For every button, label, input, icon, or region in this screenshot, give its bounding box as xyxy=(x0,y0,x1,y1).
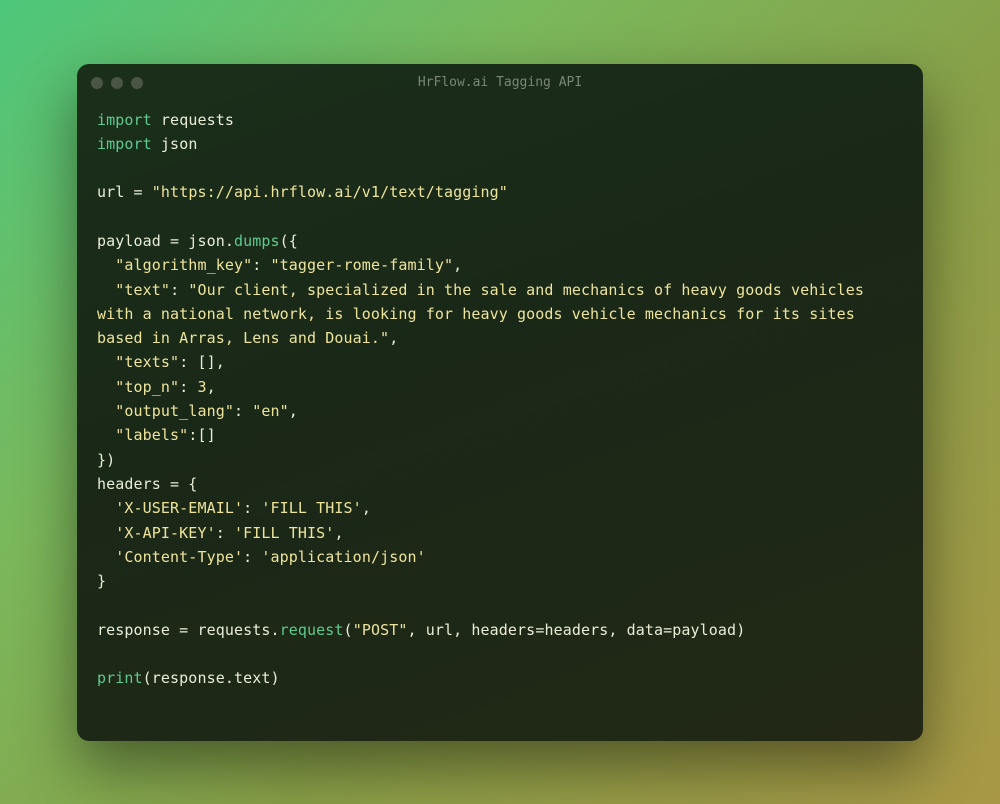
string-literal: 'X-API-KEY' xyxy=(115,524,215,542)
code-line: }) xyxy=(97,448,903,472)
indent xyxy=(97,281,115,299)
indent xyxy=(97,378,115,396)
number-literal: 3 xyxy=(197,378,206,396)
punctuation: : xyxy=(252,256,270,274)
code-line: } xyxy=(97,569,903,593)
code-line xyxy=(97,593,903,617)
punctuation: , xyxy=(362,499,371,517)
punctuation: : xyxy=(170,281,188,299)
identifier: requests xyxy=(152,111,234,129)
indent xyxy=(97,256,115,274)
punctuation: , xyxy=(289,402,298,420)
indent xyxy=(97,402,115,420)
code-line: response = requests.request("POST", url,… xyxy=(97,618,903,642)
code-line: payload = json.dumps({ xyxy=(97,229,903,253)
code-line: "labels":[] xyxy=(97,423,903,447)
punctuation: :[] xyxy=(188,426,215,444)
identifier: url = xyxy=(97,183,152,201)
punctuation: , xyxy=(207,378,216,396)
string-literal: "text" xyxy=(115,281,170,299)
code-line: "texts": [], xyxy=(97,350,903,374)
window-title: HrFlow.ai Tagging API xyxy=(418,75,582,90)
punctuation: ({ xyxy=(280,232,298,250)
string-literal: "Our client, specialized in the sale and… xyxy=(97,281,873,348)
maximize-icon[interactable] xyxy=(131,77,143,89)
punctuation: , xyxy=(389,329,398,347)
code-line: headers = { xyxy=(97,472,903,496)
keyword: import xyxy=(97,111,152,129)
punctuation: }) xyxy=(97,451,115,469)
punctuation: } xyxy=(97,572,106,590)
keyword: import xyxy=(97,135,152,153)
punctuation: ( xyxy=(344,621,353,639)
traffic-lights xyxy=(91,77,143,89)
identifier: response = requests. xyxy=(97,621,280,639)
string-literal: "en" xyxy=(252,402,289,420)
identifier: payload = json. xyxy=(97,232,234,250)
string-literal: 'X-USER-EMAIL' xyxy=(115,499,243,517)
code-line: import json xyxy=(97,132,903,156)
identifier: (response.text) xyxy=(143,669,280,687)
code-window: HrFlow.ai Tagging API import requests im… xyxy=(77,64,923,741)
identifier: headers = { xyxy=(97,475,197,493)
code-line: print(response.text) xyxy=(97,666,903,690)
code-line xyxy=(97,156,903,180)
identifier: , url, headers=headers, data=payload) xyxy=(407,621,745,639)
code-line xyxy=(97,642,903,666)
string-literal: 'FILL THIS' xyxy=(261,499,361,517)
punctuation: : xyxy=(179,378,197,396)
string-literal: 'Content-Type' xyxy=(115,548,243,566)
punctuation: , xyxy=(453,256,462,274)
close-icon[interactable] xyxy=(91,77,103,89)
punctuation: : [], xyxy=(179,353,225,371)
punctuation: : xyxy=(216,524,234,542)
minimize-icon[interactable] xyxy=(111,77,123,89)
code-line: 'X-API-KEY': 'FILL THIS', xyxy=(97,521,903,545)
punctuation: , xyxy=(334,524,343,542)
code-line: url = "https://api.hrflow.ai/v1/text/tag… xyxy=(97,180,903,204)
punctuation: : xyxy=(243,499,261,517)
code-line: "output_lang": "en", xyxy=(97,399,903,423)
string-literal: "tagger-rome-family" xyxy=(271,256,454,274)
code-line: import requests xyxy=(97,108,903,132)
indent xyxy=(97,353,115,371)
titlebar: HrFlow.ai Tagging API xyxy=(77,64,923,102)
string-literal: "POST" xyxy=(353,621,408,639)
string-literal: "https://api.hrflow.ai/v1/text/tagging" xyxy=(152,183,508,201)
function-call: print xyxy=(97,669,143,687)
code-line: "algorithm_key": "tagger-rome-family", xyxy=(97,253,903,277)
code-editor[interactable]: import requests import json url = "https… xyxy=(77,102,923,741)
function-call: dumps xyxy=(234,232,280,250)
code-line: 'X-USER-EMAIL': 'FILL THIS', xyxy=(97,496,903,520)
code-line: "top_n": 3, xyxy=(97,375,903,399)
code-line xyxy=(97,205,903,229)
string-literal: "output_lang" xyxy=(115,402,234,420)
punctuation: : xyxy=(234,402,252,420)
identifier: json xyxy=(152,135,198,153)
indent xyxy=(97,548,115,566)
string-literal: "algorithm_key" xyxy=(115,256,252,274)
indent xyxy=(97,426,115,444)
punctuation: : xyxy=(243,548,261,566)
function-call: request xyxy=(280,621,344,639)
string-literal: 'application/json' xyxy=(261,548,425,566)
indent xyxy=(97,499,115,517)
string-literal: "texts" xyxy=(115,353,179,371)
code-line: 'Content-Type': 'application/json' xyxy=(97,545,903,569)
string-literal: "labels" xyxy=(115,426,188,444)
indent xyxy=(97,524,115,542)
string-literal: 'FILL THIS' xyxy=(234,524,334,542)
string-literal: "top_n" xyxy=(115,378,179,396)
code-line: "text": "Our client, specialized in the … xyxy=(97,278,903,351)
